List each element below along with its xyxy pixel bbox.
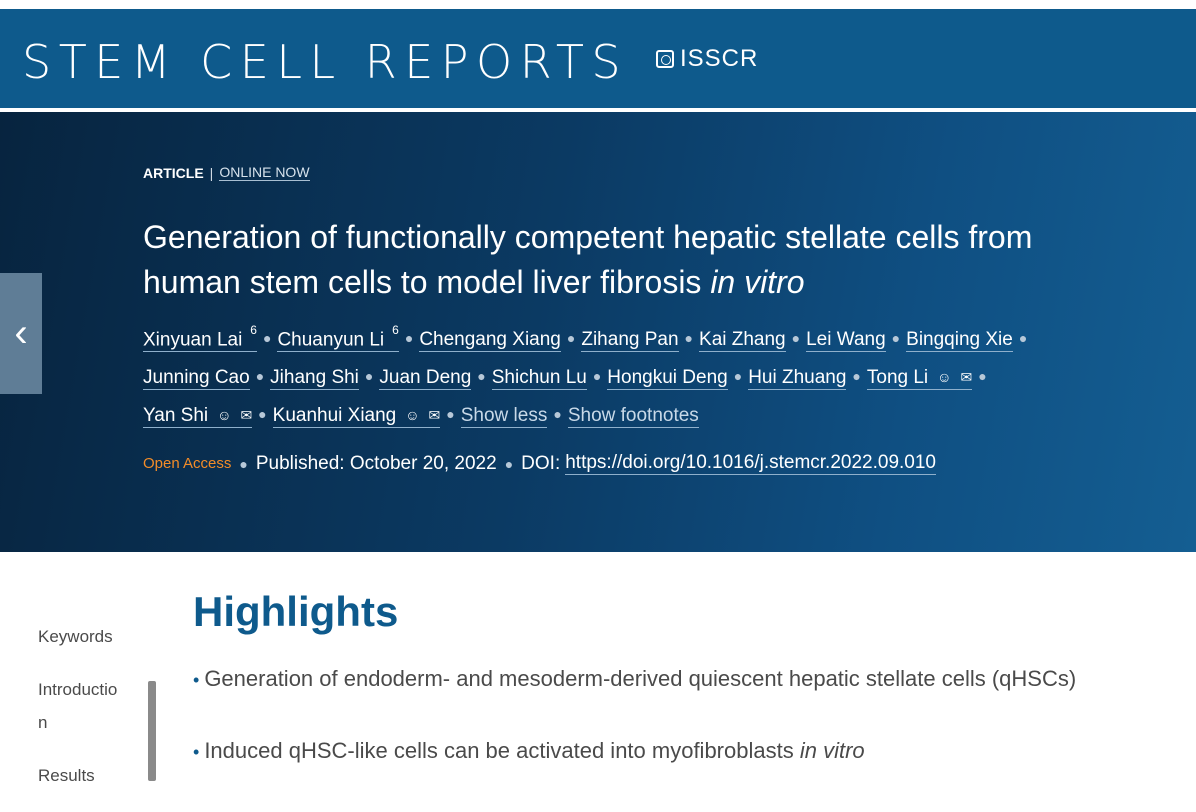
author-link[interactable]: Hui Zhuang — [748, 367, 847, 390]
separator-dot: ● — [404, 330, 414, 346]
decorative-stripe — [1190, 397, 1196, 552]
envelope-icon[interactable]: ✉ — [960, 366, 972, 388]
separator-dot: ● — [446, 406, 455, 422]
published-date: Published: October 20, 2022 — [255, 452, 497, 474]
separator-dot: ● — [891, 330, 901, 346]
envelope-icon[interactable]: ✉ — [240, 404, 252, 426]
doi-label: DOI: — [521, 452, 561, 474]
article-title-main: Generation of functionally competent hep… — [143, 219, 1033, 300]
author-link[interactable]: Chuanyun Li 6 — [277, 323, 399, 352]
show-less-link[interactable]: Show less — [460, 405, 548, 428]
article-meta: ARTICLE | ONLINE NOW — [143, 164, 310, 181]
author-link[interactable]: Bingqing Xie — [906, 329, 1013, 352]
separator-dot: ● — [852, 368, 861, 384]
separator-dot: ● — [791, 330, 801, 346]
journal-masthead: STEM CELL REPORTS ISSCR — [0, 9, 1196, 108]
online-now-link[interactable]: ONLINE NOW — [219, 164, 310, 181]
separator-dot: ● — [592, 368, 602, 384]
isscr-logo-link[interactable]: ISSCR — [656, 45, 758, 73]
author-link[interactable]: Lei Wang — [806, 329, 886, 352]
person-icon[interactable]: ☺ — [405, 404, 419, 426]
highlight-item: Induced qHSC-like cells can be activated… — [193, 737, 1173, 766]
separator-dot: ● — [258, 406, 267, 422]
author-link[interactable]: Shichun Lu — [491, 367, 587, 390]
open-access-badge[interactable]: Open Access — [143, 455, 231, 472]
author-link[interactable]: Xinyuan Lai 6 — [143, 323, 257, 352]
separator-dot: ● — [978, 368, 987, 384]
separator-dot: ● — [239, 455, 248, 472]
separator-dot: ● — [364, 368, 374, 384]
journal-title[interactable]: STEM CELL REPORTS — [22, 35, 628, 89]
author-link[interactable]: Kuanhui Xiang ☺ ✉ — [272, 404, 441, 428]
top-strip — [0, 0, 1196, 9]
article-type: ARTICLE — [143, 164, 204, 181]
publication-info: Open Access ● Published: October 20, 202… — [143, 452, 936, 475]
separator-dot: ● — [733, 368, 743, 384]
person-icon[interactable]: ☺ — [937, 366, 951, 388]
author-link[interactable]: Jihang Shi — [270, 367, 359, 390]
previous-article-button[interactable]: ‹ — [0, 273, 42, 394]
show-footnotes-link[interactable]: Show footnotes — [567, 405, 699, 428]
author-link[interactable]: Chengang Xiang — [419, 329, 561, 352]
separator-dot: ● — [504, 455, 514, 472]
article-title-italic: in vitro — [710, 264, 805, 300]
separator-dot: ● — [477, 368, 486, 384]
separator-dot: ● — [684, 330, 694, 346]
highlight-item: Generation of endoderm- and mesoderm-der… — [193, 665, 1173, 694]
author-link[interactable]: Tong Li ☺ ✉ — [866, 366, 973, 390]
author-link[interactable]: Kai Zhang — [699, 329, 786, 352]
nav-item-introduction[interactable]: Introductio n — [38, 673, 128, 739]
author-link[interactable]: Juan Deng — [379, 367, 472, 390]
nav-item-keywords[interactable]: Keywords — [38, 620, 148, 653]
separator-dot: ● — [566, 330, 576, 346]
separator-dot: ● — [1018, 330, 1028, 346]
person-icon[interactable]: ☺ — [217, 404, 231, 426]
author-link[interactable]: Junning Cao — [143, 367, 250, 390]
article-title: Generation of functionally competent hep… — [143, 215, 1083, 305]
envelope-icon[interactable]: ✉ — [429, 404, 441, 426]
separator-dot: ● — [262, 330, 272, 346]
author-link[interactable]: Zihang Pan — [581, 329, 679, 352]
isscr-label: ISSCR — [680, 45, 759, 72]
author-link[interactable]: Hongkui Deng — [607, 367, 728, 390]
chevron-left-icon: ‹ — [14, 311, 28, 355]
decorative-stripe — [1150, 417, 1196, 552]
section-nav: Keywords Introductio n Results — [38, 620, 148, 812]
highlights-heading: Highlights — [193, 588, 399, 635]
meta-separator: | — [209, 164, 214, 181]
separator-dot: ● — [255, 368, 265, 384]
doi-link[interactable]: https://doi.org/10.1016/j.stemcr.2022.09… — [565, 452, 936, 475]
separator-dot: ● — [553, 406, 562, 422]
isscr-logo-icon — [656, 50, 674, 68]
nav-scroll-indicator[interactable] — [148, 681, 156, 781]
author-link[interactable]: Yan Shi ☺ ✉ — [143, 404, 253, 428]
author-list: Xinyuan Lai 6 ● Chuanyun Li 6 ● Chengang Xiang… — [143, 320, 1103, 434]
highlights-list: Generation of endoderm- and mesoderm-der… — [193, 665, 1173, 809]
